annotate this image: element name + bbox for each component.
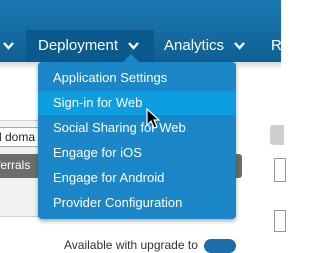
mouse-pointer-icon bbox=[146, 108, 160, 129]
menu-item-sign-in-for-web[interactable]: Sign-in for Web bbox=[38, 91, 236, 115]
nav-chevron-left[interactable] bbox=[0, 37, 14, 54]
chevron-down-icon bbox=[3, 42, 14, 50]
chevron-down-icon bbox=[234, 42, 246, 50]
side-checkbox[interactable] bbox=[274, 158, 286, 182]
upgrade-badge[interactable] bbox=[204, 239, 236, 253]
chevron-down-icon bbox=[128, 42, 140, 50]
nav-item-analytics[interactable]: Analytics bbox=[164, 37, 246, 54]
side-tab[interactable] bbox=[270, 125, 284, 145]
dropdown-pointer bbox=[123, 54, 139, 62]
nav-item-label: Analytics bbox=[164, 37, 225, 54]
top-nav: Deployment Analytics R bbox=[0, 0, 282, 62]
menu-item-social-sharing-for-web[interactable]: Social Sharing for Web bbox=[38, 116, 236, 140]
menu-item-provider-configuration[interactable]: Provider Configuration bbox=[38, 191, 236, 215]
referrals-label: ferrals bbox=[0, 158, 31, 172]
nav-item-label: Deployment bbox=[38, 37, 119, 54]
menu-item-engage-for-android[interactable]: Engage for Android bbox=[38, 166, 236, 190]
menu-item-engage-for-ios[interactable]: Engage for iOS bbox=[38, 141, 236, 165]
side-checkbox-2[interactable] bbox=[274, 210, 286, 232]
nav-item-deployment[interactable]: Deployment bbox=[38, 37, 140, 54]
upgrade-notice: Available with upgrade to bbox=[64, 238, 198, 252]
nav-item-r[interactable]: R bbox=[271, 37, 282, 54]
menu-item-application-settings[interactable]: Application Settings bbox=[38, 66, 236, 90]
deployment-dropdown-menu: Application Settings Sign-in for Web Soc… bbox=[38, 62, 236, 219]
